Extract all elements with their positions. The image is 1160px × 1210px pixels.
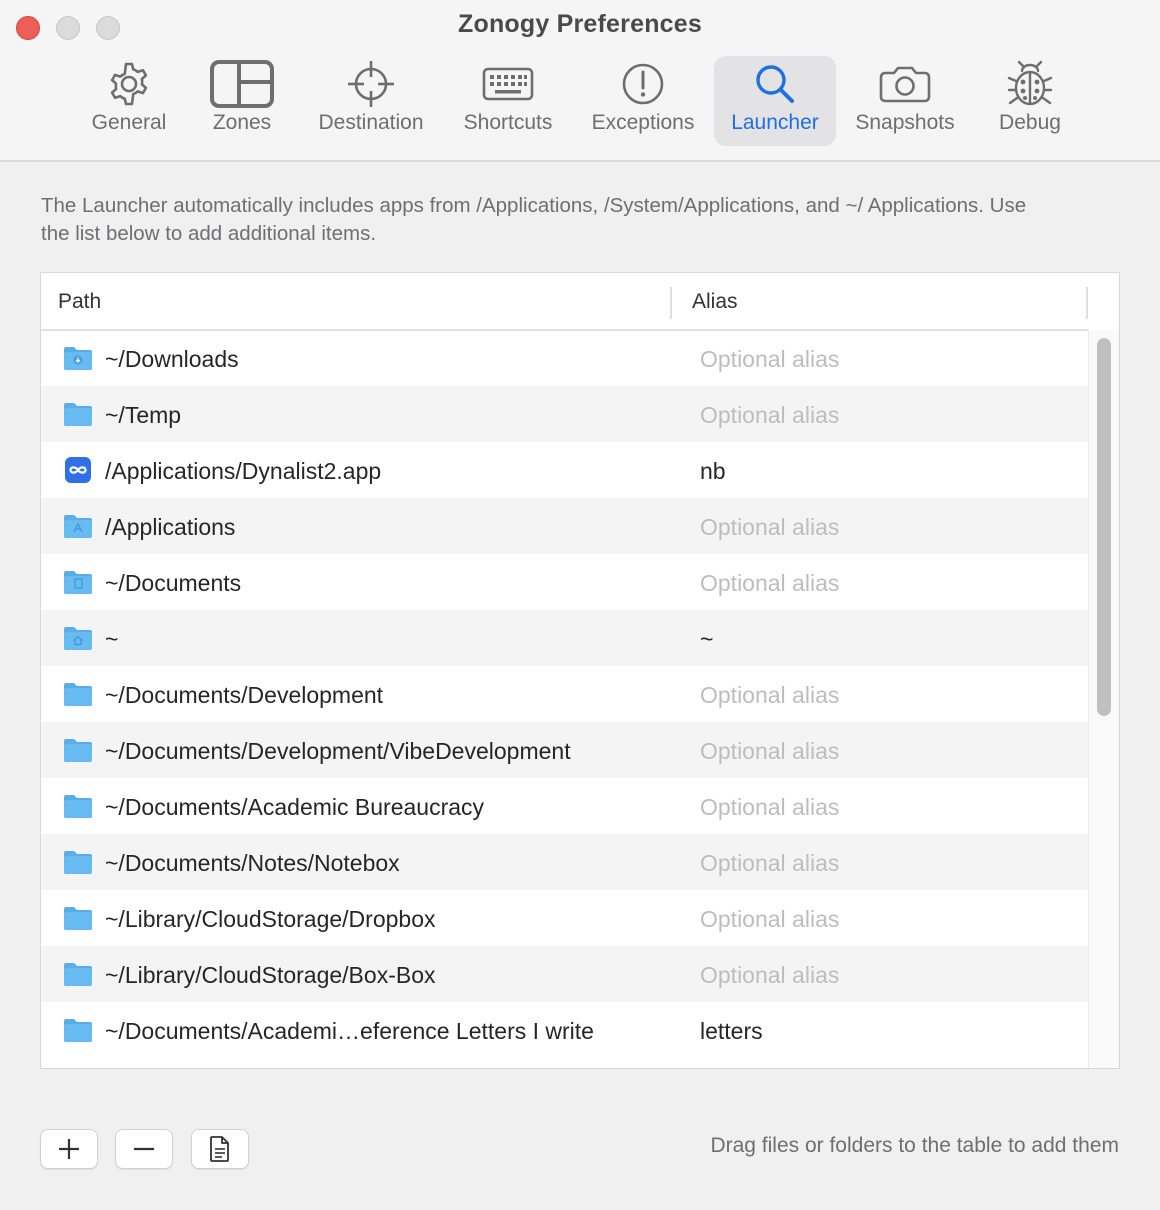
plus-icon xyxy=(59,1139,79,1159)
zones-icon xyxy=(210,60,274,108)
folder-icon xyxy=(64,907,92,930)
document-button[interactable] xyxy=(191,1129,249,1169)
tab-general[interactable]: General xyxy=(78,56,180,146)
row-path: ~ xyxy=(105,626,119,652)
row-path: ~/Temp xyxy=(105,402,182,428)
tab-zones[interactable]: Zones xyxy=(198,56,286,146)
row-path: /Applications/Dynalist2.app xyxy=(105,458,382,484)
row-alias-field[interactable]: Optional alias xyxy=(700,498,839,556)
folder-icon xyxy=(64,795,92,818)
tab-snapshots[interactable]: Snapshots xyxy=(846,56,964,146)
table-row[interactable]: /Applications Optional alias xyxy=(41,498,1088,554)
preferences-window: Zonogy Preferences General Zones Destina… xyxy=(0,0,1160,1210)
folder-icon xyxy=(64,403,92,426)
table-row[interactable]: ~/Documents/Development/VibeDevelopment O… xyxy=(41,722,1088,778)
tab-debug-label: Debug xyxy=(999,111,1061,134)
header-corner xyxy=(1088,273,1119,329)
gear-icon xyxy=(110,62,148,106)
launcher-table[interactable]: Path Alias ~/Downloads Optional alias ~/Te… xyxy=(40,272,1120,1069)
add-item-button[interactable] xyxy=(40,1129,98,1169)
table-row[interactable]: ~/Library/CloudStorage/Dropbox Optional a… xyxy=(41,890,1088,946)
crosshair-icon xyxy=(348,61,394,107)
scrollbar-thumb[interactable] xyxy=(1097,338,1111,716)
exclamation-icon xyxy=(622,63,664,105)
toolbar: Zonogy Preferences General Zones Destina… xyxy=(0,0,1160,162)
row-path: ~/Documents/Notes/Notebox xyxy=(105,850,400,876)
row-alias-field[interactable]: Optional alias xyxy=(700,890,839,948)
row-path: ~/Documents/Development/VibeDevelopment xyxy=(105,738,571,764)
table-row[interactable]: ~/Documents Optional alias xyxy=(41,554,1088,610)
tab-snapshots-label: Snapshots xyxy=(855,111,955,134)
row-alias-field[interactable]: Optional alias xyxy=(700,946,839,1004)
tab-general-label: General xyxy=(91,111,167,134)
table-row[interactable]: ~/Downloads Optional alias xyxy=(41,330,1088,386)
row-path: ~/Library/CloudStorage/Box-Box xyxy=(105,962,436,988)
tab-destination-label: Destination xyxy=(318,111,424,134)
folder-icon xyxy=(64,851,92,874)
vertical-scrollbar[interactable] xyxy=(1088,330,1119,1068)
table-row[interactable]: ~/Documents/Academic Bureaucracy Optional… xyxy=(41,778,1088,834)
bug-icon xyxy=(1007,60,1053,106)
home-folder-icon xyxy=(64,627,92,650)
row-alias-field[interactable]: ~ xyxy=(700,610,713,668)
tab-launcher-label: Launcher xyxy=(731,111,819,134)
camera-icon xyxy=(879,66,931,103)
row-alias-field[interactable]: Optional alias xyxy=(700,834,839,892)
dynalist-app-icon xyxy=(65,457,91,483)
row-path: /Applications xyxy=(105,514,236,540)
row-alias-field[interactable]: nb xyxy=(700,442,726,500)
folder-icon xyxy=(64,683,92,706)
row-alias-field[interactable]: Optional alias xyxy=(700,386,839,444)
column-separator[interactable] xyxy=(670,287,672,319)
row-path: ~/Documents xyxy=(105,570,242,596)
launcher-description: The Launcher automatically includes apps… xyxy=(41,194,1027,245)
row-path: ~/Documents/Development xyxy=(105,682,384,708)
folder-icon xyxy=(64,739,92,762)
table-rows: ~/Downloads Optional alias ~/Temp Optional … xyxy=(41,330,1088,1058)
row-path: ~/Documents/Academi…eference Letters I w… xyxy=(105,1018,594,1044)
tab-shortcuts-label: Shortcuts xyxy=(463,111,553,134)
row-path: ~/Library/CloudStorage/Dropbox xyxy=(105,906,436,932)
folder-icon xyxy=(64,963,92,986)
window-title: Zonogy Preferences xyxy=(458,10,702,38)
column-header-path[interactable]: Path xyxy=(58,273,101,329)
tab-destination[interactable]: Destination xyxy=(306,56,436,146)
table-row[interactable]: ~/Library/CloudStorage/Box-Box Optional a… xyxy=(41,946,1088,1002)
row-alias-field[interactable]: Optional alias xyxy=(700,554,839,612)
minus-icon xyxy=(134,1147,154,1151)
table-row[interactable]: ~ ~ xyxy=(41,610,1088,666)
row-path: ~/Documents/Academic Bureaucracy xyxy=(105,794,485,820)
keyboard-icon xyxy=(482,67,534,101)
folder-icon xyxy=(64,1019,92,1042)
applications-folder-icon xyxy=(64,515,92,538)
magnifier-icon xyxy=(756,65,794,103)
row-alias-field[interactable]: Optional alias xyxy=(700,666,839,724)
document-icon xyxy=(210,1136,229,1162)
documents-folder-icon xyxy=(64,571,92,594)
row-alias-field[interactable]: Optional alias xyxy=(700,722,839,780)
row-alias-field[interactable]: Optional alias xyxy=(700,330,839,388)
table-row[interactable]: ~/Documents/Academi…eference Letters I w… xyxy=(41,1002,1088,1058)
row-alias-field[interactable]: Optional alias xyxy=(700,778,839,836)
table-row[interactable]: /Applications/Dynalist2.app nb xyxy=(41,442,1088,498)
tab-launcher[interactable]: Launcher xyxy=(714,56,836,146)
tab-exceptions[interactable]: Exceptions xyxy=(580,56,706,146)
tab-shortcuts[interactable]: Shortcuts xyxy=(452,56,564,146)
row-alias-field[interactable]: letters xyxy=(700,1002,763,1060)
downloads-folder-icon xyxy=(64,347,92,370)
table-row[interactable]: ~/Temp Optional alias xyxy=(41,386,1088,442)
tab-exceptions-label: Exceptions xyxy=(591,111,695,134)
tab-debug[interactable]: Debug xyxy=(986,56,1074,146)
drag-hint: Drag files or folders to the table to ad… xyxy=(710,1134,1119,1157)
column-header-alias[interactable]: Alias xyxy=(692,273,738,329)
remove-item-button[interactable] xyxy=(115,1129,173,1169)
row-path: ~/Downloads xyxy=(105,346,239,372)
tab-zones-label: Zones xyxy=(212,111,272,134)
table-row[interactable]: ~/Documents/Notes/Notebox Optional alias xyxy=(41,834,1088,890)
table-header: Path Alias xyxy=(41,273,1088,331)
table-row[interactable]: ~/Documents/Development Optional alias xyxy=(41,666,1088,722)
